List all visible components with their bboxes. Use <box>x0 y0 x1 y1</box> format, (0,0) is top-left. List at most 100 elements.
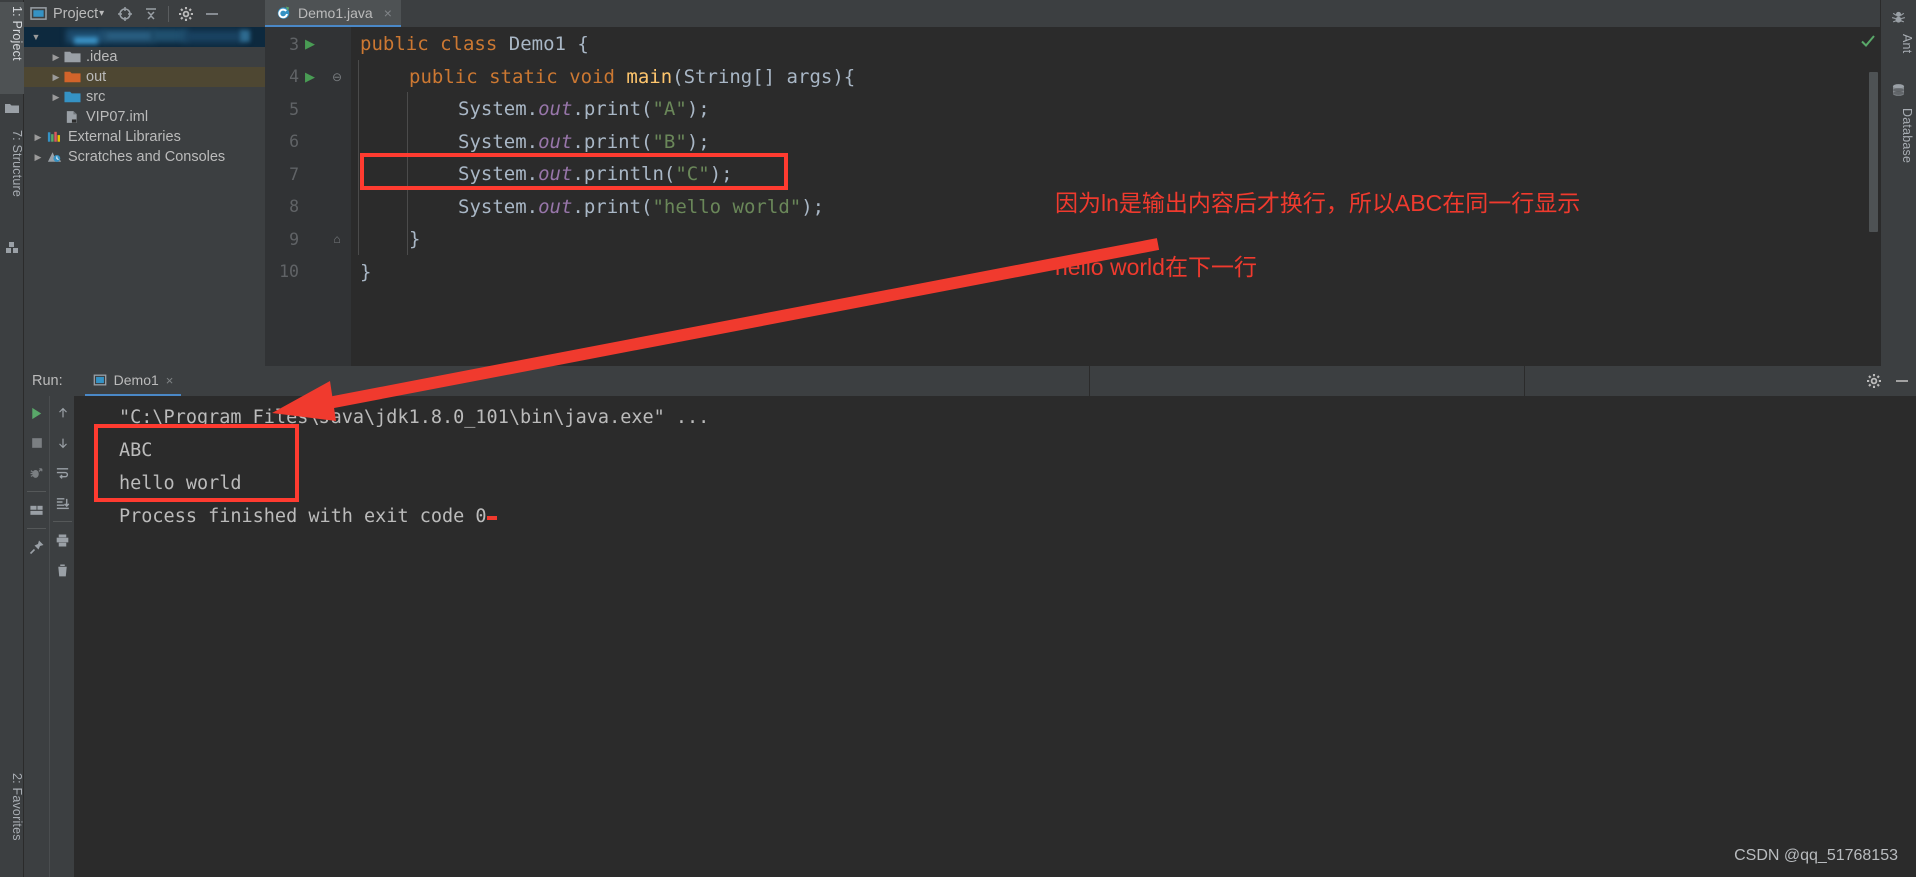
database-icon <box>1892 84 1905 96</box>
close-icon[interactable]: × <box>384 5 392 21</box>
header-divider <box>1089 366 1090 396</box>
code-line[interactable]: System. out .print("B"); <box>351 126 710 159</box>
down-arrow-icon[interactable] <box>50 428 75 458</box>
libraries-icon <box>47 131 60 142</box>
gutter-line[interactable]: 8 <box>265 191 351 224</box>
tab-run-demo1[interactable]: Demo1 × <box>84 366 182 396</box>
tree-row[interactable]: ▶ External Libraries <box>24 127 265 147</box>
tree-row[interactable]: VIP07.iml <box>24 107 265 127</box>
gutter-line[interactable]: 6 <box>265 126 351 159</box>
code-line[interactable]: } <box>351 256 371 289</box>
run-gutter-icon[interactable]: ▶ <box>299 36 321 52</box>
project-tree[interactable]: ▼ ▶ .idea ▶ out ▶ src VIP07.iml ▶ Extern… <box>24 27 265 366</box>
divider <box>27 491 46 492</box>
editor-tab-bar: Demo1.java × <box>265 0 1880 27</box>
java-class-icon <box>277 6 290 19</box>
stop-icon[interactable] <box>24 428 49 458</box>
folder-blue-icon <box>64 91 81 103</box>
sidebar-item-favorites[interactable]: 2: Favorites <box>0 769 24 869</box>
tree-row[interactable]: ▶ src <box>24 87 265 107</box>
gutter-line[interactable]: 3 ▶ <box>265 28 351 61</box>
tree-expand-arrow[interactable]: ▶ <box>48 72 64 83</box>
gutter-line[interactable]: 5 <box>265 93 351 126</box>
project-panel-title: Project <box>53 5 99 22</box>
tree-expand-arrow[interactable]: ▶ <box>48 52 64 63</box>
gutter-line[interactable]: 9 ⌂ <box>265 223 351 256</box>
code-line[interactable]: public static void main (String[] args){ <box>351 61 855 94</box>
gear-icon[interactable] <box>173 3 199 25</box>
scroll-to-end-icon[interactable] <box>50 488 75 518</box>
collapse-all-icon[interactable] <box>138 3 164 25</box>
code-token: public <box>409 65 478 88</box>
rerun-play-icon[interactable] <box>24 398 49 428</box>
project-panel-toolbar: Project ▾ <box>24 0 265 27</box>
console-output[interactable]: "C:\Program Files\Java\jdk1.8.0_101\bin\… <box>74 396 1916 877</box>
gutter-line[interactable]: 10 <box>265 256 351 289</box>
tree-row[interactable]: ▶ Scratches and Consoles <box>24 147 265 167</box>
tree-expand-arrow[interactable]: ▶ <box>48 92 64 103</box>
run-panel-label: Run: <box>32 373 63 389</box>
gear-icon[interactable] <box>1866 373 1882 389</box>
soft-wrap-icon[interactable] <box>50 458 75 488</box>
run-tool-window: Run: Demo1 × "C:\Program Files\Java\jdk1… <box>24 366 1916 877</box>
code-line[interactable]: } <box>351 223 420 256</box>
gutter-line[interactable]: 4 ▶ ⊖ <box>265 61 351 94</box>
debug-icon[interactable] <box>24 458 49 488</box>
sidebar-item-project[interactable]: 1: Project <box>0 2 24 94</box>
sidebar-item-database[interactable]: Database <box>1890 104 1914 186</box>
layout-icon[interactable] <box>24 495 49 525</box>
hide-panel-icon[interactable] <box>1894 373 1910 389</box>
tab-demo1-java[interactable]: Demo1.java × <box>265 0 401 27</box>
tree-item-label: src <box>86 89 106 105</box>
editor-gutter[interactable]: 3 ▶ 4 ▶ ⊖ 5 6 7 8 9 ⌂ 10 <box>265 27 351 366</box>
print-icon[interactable] <box>50 525 75 555</box>
tree-expand-arrow[interactable]: ▶ <box>30 152 46 163</box>
code-token: public <box>360 33 429 56</box>
chevron-down-icon[interactable]: ▾ <box>99 8 104 19</box>
editor-scrollbar-thumb[interactable] <box>1869 72 1878 232</box>
project-view-icon <box>30 7 47 20</box>
hide-panel-icon[interactable] <box>199 3 225 25</box>
code-token: .print( <box>572 130 653 153</box>
code-token: .print( <box>572 195 653 218</box>
sidebar-item-ant[interactable]: Ant <box>1890 30 1914 72</box>
header-divider <box>1524 366 1525 396</box>
trash-icon[interactable] <box>50 555 75 585</box>
pin-icon[interactable] <box>24 532 49 562</box>
close-icon[interactable]: × <box>166 373 174 388</box>
run-panel-header: Run: Demo1 × <box>24 366 1916 396</box>
code-line[interactable]: System. out .print("A"); <box>351 93 710 126</box>
line-number: 5 <box>289 99 299 119</box>
console-line: Process finished with exit code 0 <box>74 500 1916 533</box>
annotation-line-2: hello world在下一行 <box>1055 254 1257 280</box>
code-fold-icon[interactable]: ⌂ <box>326 232 348 246</box>
code-line[interactable]: System. out .print("hello world"); <box>351 191 824 224</box>
tree-expand-arrow[interactable]: ▶ <box>30 132 46 143</box>
code-line[interactable]: public class Demo1 { <box>351 28 589 61</box>
tree-row[interactable]: ▶ out <box>24 67 265 87</box>
code-fold-icon[interactable]: ⊖ <box>326 70 348 84</box>
sidebar-item-structure[interactable]: 7: Structure <box>0 126 24 234</box>
tool-tab-label-structure: 7: Structure <box>10 130 24 198</box>
editor-markers-gutter[interactable] <box>1866 54 1880 366</box>
tree-row[interactable]: ▼ <box>24 27 265 47</box>
tree-row[interactable]: ▶ .idea <box>24 47 265 67</box>
tree-expand-arrow[interactable]: ▼ <box>28 32 44 42</box>
toolbar-divider <box>168 5 170 22</box>
gutter-line[interactable]: 7 <box>265 158 351 191</box>
console-line: hello world <box>119 473 242 494</box>
code-token: System. <box>458 130 539 153</box>
up-arrow-icon[interactable] <box>50 398 75 428</box>
locate-icon[interactable] <box>112 3 138 25</box>
tree-item-label: Scratches and Consoles <box>68 149 226 165</box>
code-line[interactable]: System. out .println("C"); <box>351 158 733 191</box>
checkmark-icon[interactable] <box>1860 33 1876 49</box>
code-token: ); <box>801 195 825 218</box>
run-gutter-icon[interactable]: ▶ <box>299 69 321 85</box>
code-token: } <box>360 260 372 283</box>
console-line: ABC <box>119 440 153 461</box>
